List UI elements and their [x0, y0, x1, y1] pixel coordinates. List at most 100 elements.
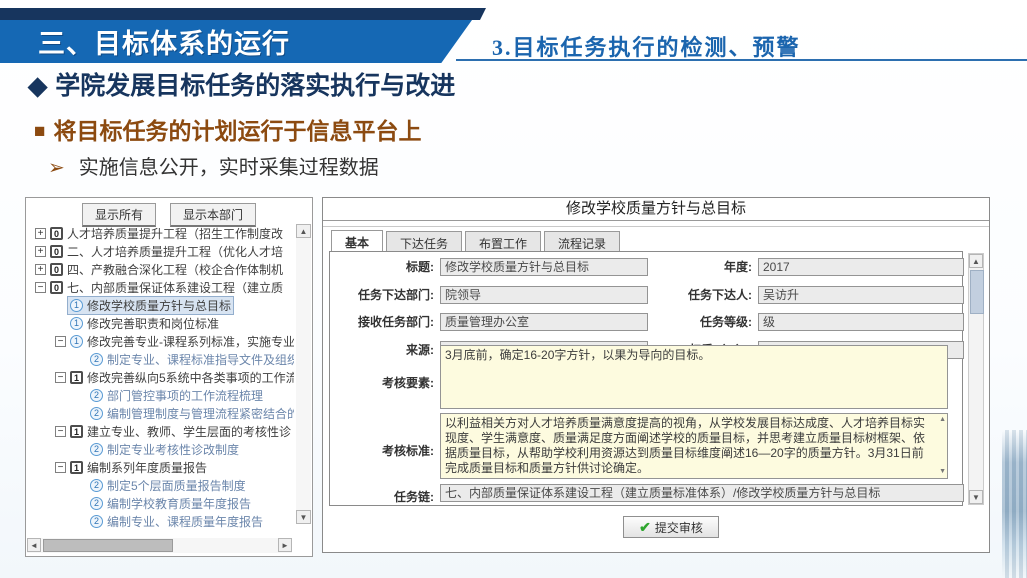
tree-item[interactable]: 2 制定5个层面质量报告制度	[26, 476, 294, 494]
textarea-label: 考核标准:	[330, 442, 434, 459]
tree-item[interactable]: 2编制学校教育质量年度报告	[26, 494, 294, 512]
task-number-icon: 2	[90, 497, 103, 510]
field-label: 任务等级:	[648, 313, 752, 332]
task-number-icon: 2	[90, 443, 103, 456]
scroll-down-icon[interactable]: ▼	[939, 468, 946, 476]
task-count-badge: 0	[50, 227, 63, 240]
tree-item[interactable]: −1修改完善专业-课程系列标准，实施专业	[26, 332, 294, 350]
tree-item-content[interactable]: 2制定专业考核性诊改制度	[87, 440, 242, 459]
tree-item[interactable]: −1编制系列年度质量报告	[26, 458, 294, 476]
scroll-right-icon[interactable]: ►	[278, 538, 292, 552]
tree-item-content[interactable]: 2部门管控事项的工作流程梳理	[87, 386, 266, 405]
tree-item[interactable]: +0二、人才培养质量提升工程（优化人才培	[26, 242, 294, 260]
field-input[interactable]: 修改学校质量方针与总目标	[440, 258, 648, 276]
submit-review-button[interactable]: ✔ 提交审核	[623, 516, 719, 538]
tree-item[interactable]: 1修改完善职责和岗位标准	[26, 314, 294, 332]
collapse-minus-icon[interactable]: −	[55, 426, 66, 437]
textarea-input[interactable]: 3月底前，确定16-20字方针，以果为导向的目标。	[440, 345, 948, 409]
task-count-badge: 0	[50, 281, 63, 294]
field-label: 标题:	[330, 258, 434, 277]
tree-item-content[interactable]: −1修改完善专业-课程系列标准，实施专业	[52, 332, 294, 351]
form-field-row: 任务下达部门: 院领导任务下达人: 吴访升	[330, 286, 962, 306]
tree-item[interactable]: +0 四、产教融合深化工程（校企合作体制机	[26, 260, 294, 278]
field-label: 任务下达人:	[648, 286, 752, 305]
tree-item[interactable]: 2编制管理制度与管理流程紧密结合的	[26, 404, 294, 422]
tree-item-content[interactable]: −1建立专业、教师、学生层面的考核性诊	[52, 422, 294, 441]
tree-item-content[interactable]: −0七、内部质量保证体系建设工程（建立质	[32, 278, 286, 297]
tree-item[interactable]: 2制定专业考核性诊改制度	[26, 440, 294, 458]
tree-item-content[interactable]: 2 制定5个层面质量报告制度	[87, 476, 249, 495]
tree-item-content[interactable]: −1编制系列年度质量报告	[52, 458, 210, 477]
tree-item-content[interactable]: −1修改完善纵向5系统中各类事项的工作流	[52, 368, 294, 387]
tree-item-label: 制定5个层面质量报告制度	[107, 477, 246, 494]
scroll-up-icon[interactable]: ▲	[296, 224, 311, 238]
form-field-row: 标题: 修改学校质量方针与总目标年度: 2017	[330, 258, 962, 278]
scroll-up-icon[interactable]: ▲	[939, 416, 946, 424]
task-count-badge: 0	[50, 263, 63, 276]
task-tree-panel: 显示所有显示本部门 +0人才培养质量提升工程（招生工作制度改+0二、人才培养质量…	[25, 197, 313, 557]
collapse-minus-icon[interactable]: −	[55, 372, 66, 383]
field-input[interactable]: 质量管理办公室	[440, 313, 648, 331]
tree-item-content[interactable]: +0 四、产教融合深化工程（校企合作体制机	[32, 260, 286, 279]
section-title: 三、目标体系的运行	[38, 22, 290, 61]
hscroll-thumb[interactable]	[43, 539, 173, 552]
tree-item[interactable]: −1修改完善纵向5系统中各类事项的工作流	[26, 368, 294, 386]
collapse-minus-icon[interactable]: −	[55, 462, 66, 473]
tree-item[interactable]: −0七、内部质量保证体系建设工程（建立质	[26, 278, 294, 296]
collapse-minus-icon[interactable]: −	[55, 336, 66, 347]
form-title-rule	[323, 226, 989, 227]
heading-level2-text: 将目标任务的计划运行于信息平台上	[53, 118, 421, 144]
tree-item[interactable]: 2编制专业、课程质量年度报告	[26, 512, 294, 530]
field-label: 接收任务部门:	[330, 313, 434, 332]
expand-plus-icon[interactable]: +	[35, 264, 46, 275]
form-body: 标题: 修改学校质量方针与总目标年度: 2017 任务下达部门: 院领导任务下达人: 吴访…	[329, 251, 963, 506]
tree-item-content[interactable]: +0 人才培养质量提升工程（招生工作制度改	[32, 224, 286, 243]
scroll-down-icon[interactable]: ▼	[969, 490, 983, 504]
tree-item[interactable]: 2制定专业、课程标准指导文件及组织	[26, 350, 294, 368]
chain-input[interactable]: 七、内部质量保证体系建设工程（建立质量标准体系）/修改学校质量方针与总目标	[440, 484, 964, 502]
tree-vertical-scrollbar[interactable]: ▲ ▼	[296, 224, 311, 524]
scroll-left-icon[interactable]: ◄	[27, 538, 41, 552]
task-number-icon: 2	[90, 479, 103, 492]
scroll-up-icon[interactable]: ▲	[969, 254, 983, 268]
tree-item[interactable]: 1修改学校质量方针与总目标	[26, 296, 294, 314]
form-vertical-scrollbar[interactable]: ▲ ▼	[968, 253, 984, 505]
form-title: 修改学校质量方针与总目标	[323, 198, 989, 221]
tree-item[interactable]: +0 人才培养质量提升工程（招生工作制度改	[26, 224, 294, 242]
tree-item-content[interactable]: 2编制管理制度与管理流程紧密结合的	[87, 404, 294, 423]
heading-level1-text: 学院发展目标任务的落实执行与改进	[55, 72, 455, 100]
field-input[interactable]: 级	[758, 313, 964, 331]
tree-item-label: 建立专业、教师、学生层面的考核性诊	[87, 423, 291, 440]
form-field-row: 接收任务部门: 质量管理办公室任务等级: 级	[330, 313, 962, 333]
expand-plus-icon[interactable]: +	[35, 246, 46, 257]
field-label: 任务下达部门:	[330, 286, 434, 305]
field-input[interactable]: 院领导	[440, 286, 648, 304]
vscroll-thumb[interactable]	[970, 270, 984, 314]
tree-item-label: 修改完善专业-课程系列标准，实施专业	[87, 333, 294, 350]
tree-item-label: 制定专业、课程标准指导文件及组织	[107, 351, 294, 368]
tree-item-content[interactable]: +0二、人才培养质量提升工程（优化人才培	[32, 242, 286, 261]
task-count-badge: 1	[70, 461, 83, 474]
tree-item-label: 四、产教融合深化工程（校企合作体制机	[67, 261, 283, 278]
field-input[interactable]: 2017	[758, 258, 964, 276]
tree-item-label: 人才培养质量提升工程（招生工作制度改	[67, 225, 283, 242]
tree-item-content[interactable]: 2编制学校教育质量年度报告	[87, 494, 254, 513]
textarea-input[interactable]: 以利益相关方对人才培养质量满意度提高的视角，从学校发展目标达成度、人才培养目标实…	[440, 413, 948, 479]
expand-plus-icon[interactable]: +	[35, 228, 46, 239]
field-input[interactable]: 吴访升	[758, 286, 964, 304]
tree-item-content[interactable]: 1修改学校质量方针与总目标	[67, 296, 234, 315]
collapse-minus-icon[interactable]: −	[35, 282, 46, 293]
tree-item[interactable]: 2部门管控事项的工作流程梳理	[26, 386, 294, 404]
task-number-icon: 2	[90, 407, 103, 420]
tree-item-content[interactable]: 2制定专业、课程标准指导文件及组织	[87, 350, 294, 369]
task-number-icon: 1	[70, 317, 83, 330]
task-form-panel: 修改学校质量方针与总目标 基本下达任务布置工作流程记录 标题:修改学校质量方针与…	[322, 197, 990, 553]
tree-horizontal-scrollbar[interactable]: ◄ ►	[27, 538, 292, 553]
heading-level3-text: 实施信息公开，实时采集过程数据	[79, 157, 379, 179]
submit-review-label: 提交审核	[655, 519, 703, 536]
tree-item-content[interactable]: 2编制专业、课程质量年度报告	[87, 512, 266, 531]
tree-item-content[interactable]: 1修改完善职责和岗位标准	[67, 314, 222, 333]
scroll-down-icon[interactable]: ▼	[296, 510, 311, 524]
field-label: 年度:	[648, 258, 752, 277]
tree-item[interactable]: −1建立专业、教师、学生层面的考核性诊	[26, 422, 294, 440]
